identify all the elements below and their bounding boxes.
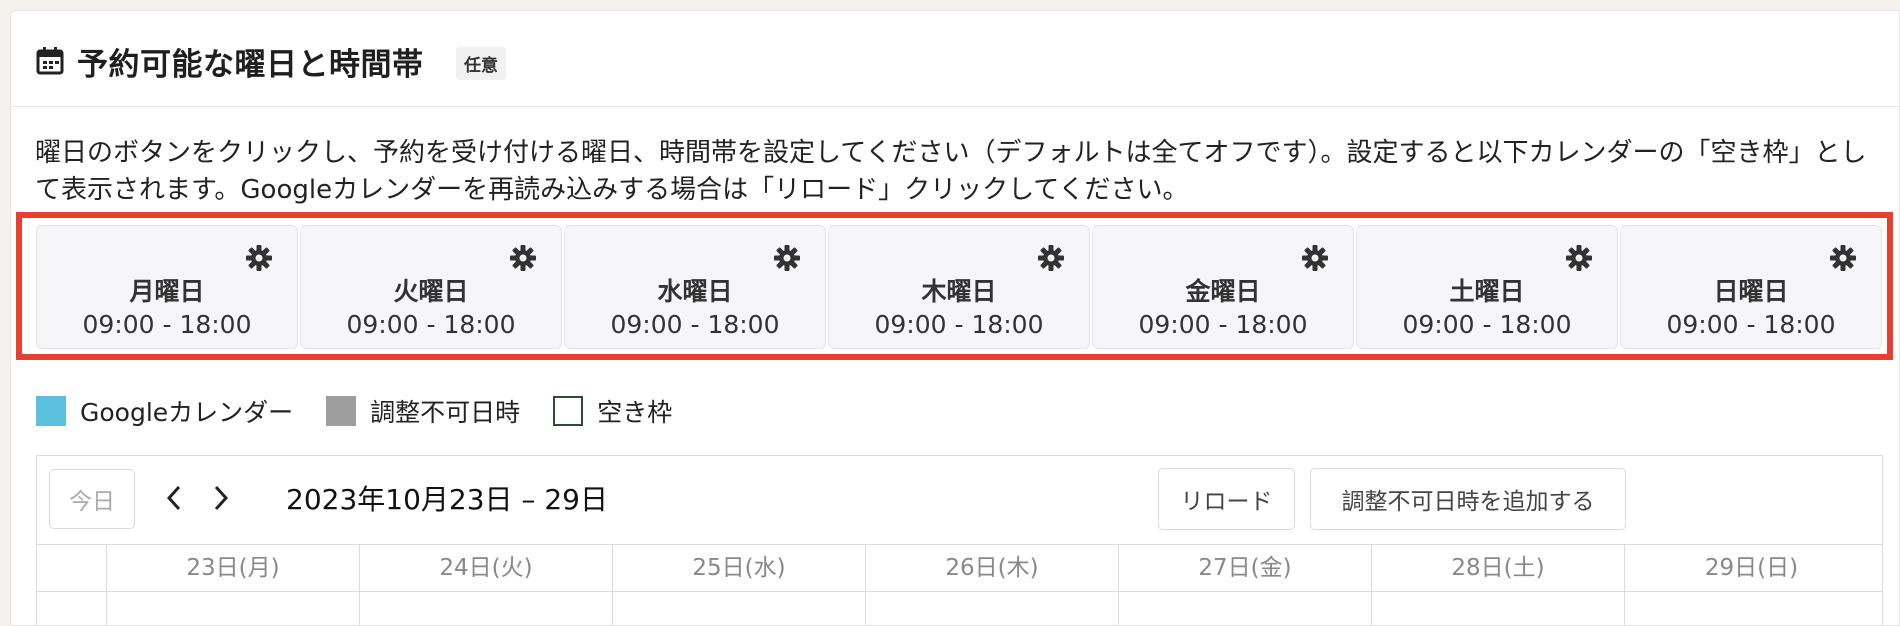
gear-icon[interactable] [1037, 244, 1065, 272]
instructions-text: 曜日のボタンをクリックし、予約を受け付ける曜日、時間帯を設定してください（デフォ… [35, 138, 1867, 205]
day-button-mon[interactable]: 月曜日 09:00 - 18:00 [36, 225, 298, 349]
column-header: 29日(日) [1704, 555, 1799, 581]
calendar-grid [37, 592, 1882, 625]
day-button-sat[interactable]: 土曜日 09:00 - 18:00 [1356, 225, 1618, 349]
section-title: 予約可能な曜日と時間帯 [77, 47, 424, 83]
calendar-icon [35, 45, 65, 75]
column-header: 23日(月) [107, 545, 360, 591]
column-header: 24日(火) [360, 545, 613, 591]
day-button-sun[interactable]: 日曜日 09:00 - 18:00 [1620, 225, 1882, 349]
gear-icon[interactable] [1829, 244, 1857, 272]
day-name: 金曜日 [1185, 277, 1261, 306]
day-button-tue[interactable]: 火曜日 09:00 - 18:00 [300, 225, 562, 349]
calendar-cell[interactable] [1119, 592, 1372, 625]
time-gutter [37, 545, 107, 591]
day-button-thu[interactable]: 木曜日 09:00 - 18:00 [828, 225, 1090, 349]
calendar-cell[interactable] [1625, 592, 1878, 625]
day-time: 09:00 - 18:00 [82, 310, 252, 339]
legend-swatch-open [553, 396, 584, 426]
day-time: 09:00 - 18:00 [610, 310, 780, 339]
calendar-cell[interactable] [107, 592, 360, 625]
chevron-left-icon[interactable] [158, 478, 190, 518]
legend-item-unavailable: 調整不可日時 [326, 393, 520, 429]
day-time: 09:00 - 18:00 [346, 310, 516, 339]
legend: Googleカレンダー 調整不可日時 空き枠 [36, 394, 705, 428]
weekday-buttons: 月曜日 09:00 - 18:00 火曜日 09:00 - 18:00 水曜日 … [36, 225, 1882, 349]
day-button-fri[interactable]: 金曜日 09:00 - 18:00 [1092, 225, 1354, 349]
day-button-wed[interactable]: 水曜日 09:00 - 18:00 [564, 225, 826, 349]
optional-badge: 任意 [456, 47, 506, 80]
calendar-cell[interactable] [1372, 592, 1625, 625]
calendar-toolbar: 今日 2023年10月23日 – 29日 リロード 調整不可日時を追加する [37, 456, 1882, 552]
time-gutter [37, 592, 107, 625]
gear-icon[interactable] [245, 244, 273, 272]
gear-icon[interactable] [1301, 244, 1329, 272]
calendar-cell[interactable] [360, 592, 613, 625]
legend-swatch-google [36, 396, 66, 426]
reload-button[interactable]: リロード [1158, 468, 1295, 530]
day-time: 09:00 - 18:00 [1666, 310, 1836, 339]
section-header: 予約可能な曜日と時間帯 任意 [11, 11, 1899, 107]
week-calendar: 今日 2023年10月23日 – 29日 リロード 調整不可日時を追加する 23… [36, 455, 1883, 625]
calendar-cell[interactable] [866, 592, 1119, 625]
availability-card: 予約可能な曜日と時間帯 任意 曜日のボタンをクリックし、予約を受け付ける曜日、時… [10, 10, 1900, 626]
add-unavailable-button[interactable]: 調整不可日時を追加する [1310, 468, 1626, 530]
day-name: 土曜日 [1449, 277, 1525, 306]
legend-item-open: 空き枠 [553, 393, 672, 429]
legend-label: Googleカレンダー [80, 398, 294, 427]
date-range-title: 2023年10月23日 – 29日 [286, 483, 608, 516]
gear-icon[interactable] [773, 244, 801, 272]
gear-icon[interactable] [1565, 244, 1593, 272]
day-time: 09:00 - 18:00 [1402, 310, 1572, 339]
day-name: 木曜日 [921, 277, 997, 306]
day-name: 水曜日 [657, 277, 733, 306]
column-header: 27日(金) [1119, 545, 1372, 591]
legend-item-google: Googleカレンダー [36, 393, 293, 429]
chevron-right-icon[interactable] [205, 478, 237, 518]
day-name: 火曜日 [393, 277, 469, 306]
calendar-cell[interactable] [613, 592, 866, 625]
column-header: 28日(土) [1372, 545, 1625, 591]
day-name: 日曜日 [1713, 277, 1789, 306]
gear-icon[interactable] [509, 244, 537, 272]
day-name: 月曜日 [129, 277, 205, 306]
legend-label: 調整不可日時 [370, 398, 521, 427]
day-time: 09:00 - 18:00 [874, 310, 1044, 339]
column-header: 25日(水) [613, 545, 866, 591]
legend-label: 空き枠 [597, 398, 673, 427]
day-time: 09:00 - 18:00 [1138, 310, 1308, 339]
today-button[interactable]: 今日 [49, 469, 135, 529]
day-column-headers: 23日(月) 24日(火) 25日(水) 26日(木) 27日(金) 28日(土… [37, 544, 1882, 592]
legend-swatch-unavailable [326, 396, 357, 426]
column-header: 26日(木) [866, 545, 1119, 591]
